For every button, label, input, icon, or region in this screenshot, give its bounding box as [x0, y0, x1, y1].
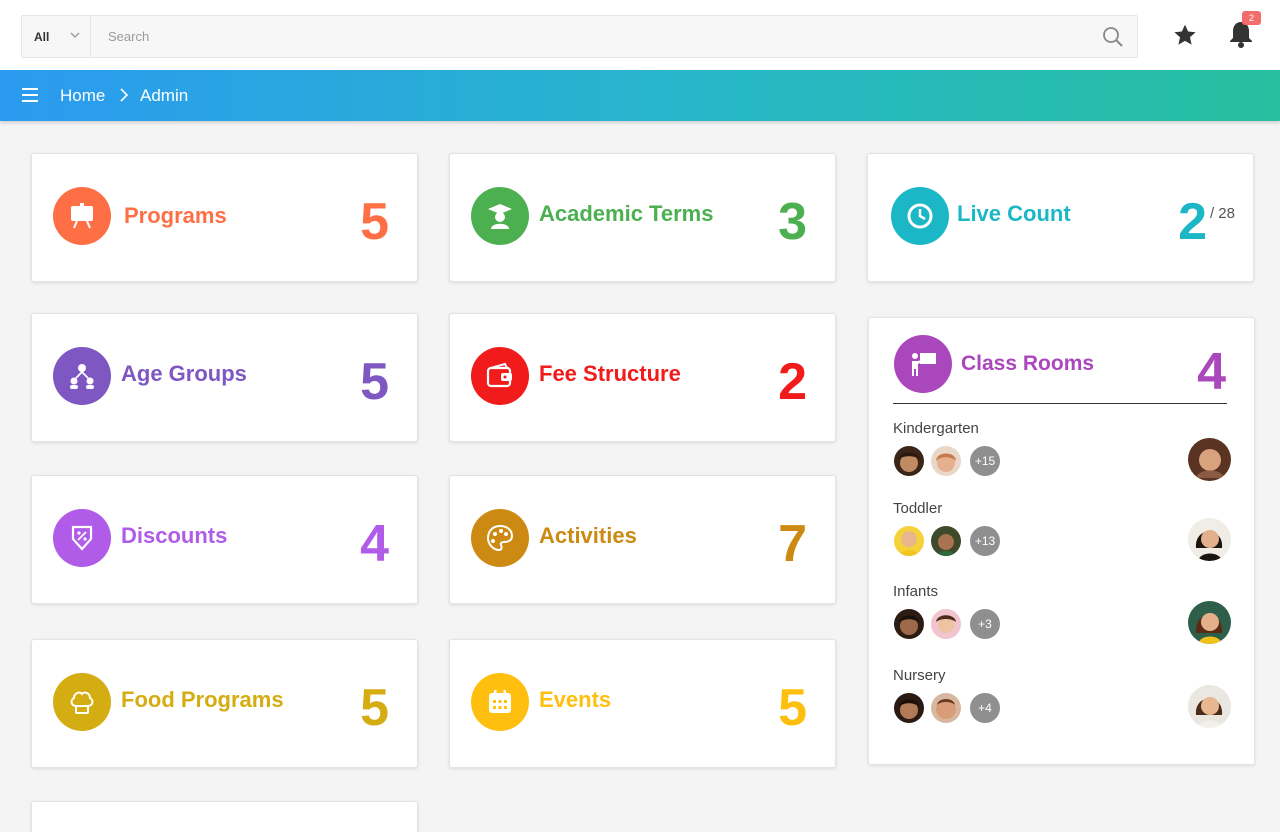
- live-count-card[interactable]: Live Count 2 / 28: [867, 153, 1254, 282]
- card-label: Academic Terms: [539, 201, 714, 226]
- teacher-avatar: [1188, 601, 1231, 644]
- child-avatar: [931, 693, 961, 723]
- search-icon[interactable]: [1102, 26, 1124, 48]
- breadcrumb-home-link[interactable]: Home: [60, 86, 105, 106]
- child-avatar: [931, 526, 961, 556]
- card-label: Age Groups: [121, 361, 247, 386]
- search-scope-label: All: [34, 30, 50, 44]
- class-rooms-label: Class Rooms: [961, 352, 1095, 375]
- chevron-right-icon: [120, 88, 129, 102]
- search-bar: All: [21, 15, 1138, 58]
- wallet-icon: [471, 347, 529, 405]
- card-label: Live Count: [957, 201, 1071, 226]
- class-rooms-card[interactable]: Class Rooms 4 Kindergarten +15 Toddler +…: [868, 317, 1255, 765]
- child-avatar: [894, 446, 924, 476]
- class-room-name: Nursery: [893, 667, 946, 684]
- card-label: Fee Structure: [539, 361, 681, 386]
- card-label: Activities: [539, 523, 637, 548]
- presentation-board-icon: [53, 187, 111, 245]
- card-count: 5: [360, 193, 389, 251]
- discount-tag-icon: [53, 509, 111, 567]
- graduate-icon: [471, 187, 529, 245]
- child-avatar: [894, 609, 924, 639]
- more-children-count[interactable]: +3: [970, 609, 1000, 639]
- class-room-row[interactable]: Toddler +13: [893, 500, 1233, 570]
- chevron-down-icon: [70, 32, 80, 38]
- age-groups-card[interactable]: Age Groups 5: [31, 313, 418, 442]
- divider: [893, 403, 1227, 404]
- card-label: Food Programs: [121, 687, 284, 712]
- search-scope-select[interactable]: All: [22, 16, 91, 57]
- card-label: Programs: [124, 203, 227, 228]
- card-label: Discounts: [121, 523, 228, 548]
- child-avatar: [931, 446, 961, 476]
- clock-icon: [891, 187, 949, 245]
- child-avatar: [931, 609, 961, 639]
- card-count: 2: [1178, 193, 1207, 251]
- palette-icon: [471, 509, 529, 567]
- more-children-count[interactable]: +13: [970, 526, 1000, 556]
- events-card[interactable]: Events 5: [449, 639, 836, 768]
- card-count: 4: [360, 515, 389, 573]
- card-count: 5: [778, 679, 807, 737]
- breadcrumb-current: Admin: [140, 86, 189, 105]
- hamburger-menu-icon[interactable]: [22, 87, 40, 103]
- notification-badge: 2: [1242, 11, 1261, 25]
- card-count: 5: [360, 679, 389, 737]
- card-label: Events: [539, 687, 612, 712]
- activities-card[interactable]: Activities 7: [449, 475, 836, 604]
- programs-card[interactable]: Programs 5: [31, 153, 418, 282]
- class-room-name: Infants: [893, 583, 939, 600]
- people-group-icon: [53, 347, 111, 405]
- partial-card[interactable]: [31, 801, 418, 832]
- search-input[interactable]: [92, 16, 1092, 57]
- card-count: 2: [778, 353, 807, 411]
- card-count: 7: [778, 515, 807, 573]
- calendar-icon: [471, 673, 529, 731]
- child-avatar: [894, 526, 924, 556]
- teacher-avatar: [1188, 685, 1231, 728]
- class-room-row[interactable]: Kindergarten +15: [893, 420, 1233, 490]
- fee-structure-card[interactable]: Fee Structure 2: [449, 313, 836, 442]
- star-icon[interactable]: [1172, 22, 1198, 48]
- more-children-count[interactable]: +4: [970, 693, 1000, 723]
- notifications-button[interactable]: 2: [1226, 11, 1261, 50]
- card-count: 5: [360, 353, 389, 411]
- more-children-count[interactable]: +15: [970, 446, 1000, 476]
- teacher-avatar: [1188, 518, 1231, 561]
- class-room-row[interactable]: Infants +3: [893, 583, 1233, 653]
- live-count-total: / 28: [1209, 205, 1235, 222]
- card-count: 3: [778, 193, 807, 251]
- academic-terms-card[interactable]: Academic Terms 3: [449, 153, 836, 282]
- class-room-row[interactable]: Nursery +4: [893, 667, 1233, 737]
- teacher-avatar: [1188, 438, 1231, 481]
- class-room-name: Toddler: [893, 500, 943, 517]
- food-programs-card[interactable]: Food Programs 5: [31, 639, 418, 768]
- teacher-board-icon: [894, 335, 952, 393]
- header-bar: Home Admin: [0, 70, 1280, 121]
- top-bar: All 2: [0, 0, 1280, 70]
- child-avatar: [894, 693, 924, 723]
- class-rooms-count: 4: [1197, 343, 1226, 401]
- discounts-card[interactable]: Discounts 4: [31, 475, 418, 604]
- chef-hat-icon: [53, 673, 111, 731]
- class-room-name: Kindergarten: [893, 420, 979, 437]
